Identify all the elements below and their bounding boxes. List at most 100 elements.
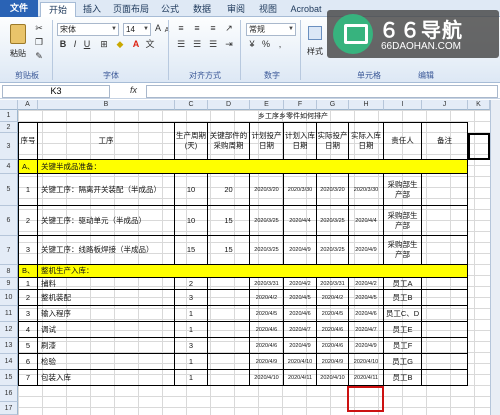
- formula-input[interactable]: [146, 85, 498, 98]
- sheet-cell[interactable]: 10: [175, 206, 208, 236]
- row-header-11[interactable]: 11: [0, 306, 18, 322]
- sheet-cell[interactable]: [422, 338, 468, 354]
- vertical-scrollbar[interactable]: [490, 100, 500, 415]
- sheet-cell[interactable]: 员工A: [384, 278, 422, 290]
- sheet-cell[interactable]: 2020/4/6: [250, 338, 284, 354]
- header-cell[interactable]: 备注: [422, 122, 468, 160]
- select-all-corner[interactable]: [0, 100, 18, 110]
- sheet-cell[interactable]: 2020/4/11: [349, 370, 384, 386]
- orientation-icon[interactable]: ↗: [222, 23, 236, 34]
- fill-color-icon[interactable]: ◆: [114, 39, 126, 50]
- italic-icon[interactable]: I: [70, 39, 80, 50]
- column-header-k[interactable]: K: [468, 100, 490, 110]
- sheet-cell[interactable]: 3: [18, 306, 38, 322]
- copy-icon[interactable]: ❐: [33, 37, 45, 48]
- phonetic-icon[interactable]: 文: [144, 39, 156, 50]
- section-b-number[interactable]: B、: [18, 265, 38, 278]
- sheet-cell[interactable]: 2020/4/6: [284, 306, 317, 322]
- row-header-1[interactable]: 1: [0, 110, 18, 122]
- font-name-combo[interactable]: 宋体 ▼: [57, 23, 119, 36]
- sheet-cell[interactable]: [208, 306, 250, 322]
- sheet-cell[interactable]: 关键工序：线路板焊接（半成品）: [38, 236, 175, 265]
- active-cell-k3[interactable]: [468, 133, 490, 160]
- sheet-cell[interactable]: 15: [208, 206, 250, 236]
- sheet-cell[interactable]: 调试: [38, 322, 175, 338]
- sheet-cell[interactable]: 3: [175, 290, 208, 306]
- row-header-16[interactable]: 16: [0, 386, 18, 402]
- column-header-c[interactable]: C: [175, 100, 208, 110]
- sheet-cell[interactable]: 输入程序: [38, 306, 175, 322]
- sheet-cell[interactable]: 员工G: [384, 354, 422, 370]
- sheet-cell[interactable]: [208, 370, 250, 386]
- row-header-10[interactable]: 10: [0, 290, 18, 306]
- sheet-cell[interactable]: [422, 278, 468, 290]
- sheet-cell[interactable]: 采购部生产部: [384, 236, 422, 265]
- sheet-cell[interactable]: 1: [18, 174, 38, 206]
- border-icon[interactable]: ⊞: [98, 39, 110, 50]
- percent-icon[interactable]: %: [260, 39, 272, 50]
- sheet-cell[interactable]: 10: [175, 174, 208, 206]
- sheet-cell[interactable]: 3: [175, 338, 208, 354]
- sheet-cell[interactable]: 关键工序：驱动单元（半成品）: [38, 206, 175, 236]
- sheet-cell[interactable]: 采购部生产部: [384, 174, 422, 206]
- sheet-cell[interactable]: [422, 174, 468, 206]
- header-cell[interactable]: 序号: [18, 122, 38, 160]
- paste-button[interactable]: 粘贴: [6, 21, 30, 65]
- sheet-cell[interactable]: 6: [18, 354, 38, 370]
- header-cell[interactable]: 责任人: [384, 122, 422, 160]
- sheet-cell[interactable]: 2020/3/30: [284, 174, 317, 206]
- row-header-8[interactable]: 8: [0, 265, 18, 278]
- row-header-6[interactable]: 6: [0, 206, 18, 236]
- sheet-cell[interactable]: 7: [18, 370, 38, 386]
- sheet-cell[interactable]: 2020/4/10: [250, 370, 284, 386]
- header-cell[interactable]: 实际入库日期: [349, 122, 384, 160]
- align-left-icon[interactable]: ☰: [174, 39, 188, 50]
- row-header-14[interactable]: 14: [0, 354, 18, 370]
- sheet-cell[interactable]: 2020/4/7: [284, 322, 317, 338]
- column-header-a[interactable]: A: [18, 100, 38, 110]
- align-right-icon[interactable]: ☰: [206, 39, 220, 50]
- sheet-cell[interactable]: 员工F: [384, 338, 422, 354]
- sheet-cell[interactable]: 2020/4/2: [317, 290, 349, 306]
- sheet-cell[interactable]: 2020/3/25: [317, 236, 349, 265]
- sheet-cell[interactable]: [208, 278, 250, 290]
- sheet-cell[interactable]: 2020/4/4: [284, 206, 317, 236]
- tab-formulas[interactable]: 公式: [156, 2, 184, 17]
- header-cell[interactable]: 计划投产日期: [250, 122, 284, 160]
- sheet-cell[interactable]: 关键工序：隔离开关装配（半成品）: [38, 174, 175, 206]
- sheet-cell[interactable]: 2020/4/6: [349, 306, 384, 322]
- sheet-cell[interactable]: 员工B: [384, 290, 422, 306]
- sheet-cell[interactable]: 包装入库: [38, 370, 175, 386]
- tab-acrobat[interactable]: Acrobat: [286, 2, 326, 17]
- sheet-cell[interactable]: 2020/4/10: [349, 354, 384, 370]
- tab-data[interactable]: 数据: [188, 2, 216, 17]
- tab-home[interactable]: 开始: [40, 2, 76, 17]
- sheet-cell[interactable]: 15: [175, 236, 208, 265]
- comma-icon[interactable]: ,: [274, 39, 286, 50]
- column-header-f[interactable]: F: [284, 100, 317, 110]
- sheet-cell[interactable]: 2020/4/9: [284, 338, 317, 354]
- sheet-cell[interactable]: 2: [18, 290, 38, 306]
- indent-icon[interactable]: ⇥: [222, 39, 236, 50]
- sheet-cell[interactable]: 2020/3/25: [250, 236, 284, 265]
- sheet-cell[interactable]: 2: [175, 278, 208, 290]
- sheet-cell[interactable]: 2020/4/6: [317, 322, 349, 338]
- row-header-17[interactable]: 17: [0, 402, 18, 415]
- font-size-combo[interactable]: 14 ▼: [123, 23, 151, 36]
- header-cell[interactable]: 实际投产日期: [317, 122, 349, 160]
- tab-review[interactable]: 审阅: [222, 2, 250, 17]
- row-header-15[interactable]: 15: [0, 370, 18, 386]
- sheet-cell[interactable]: 15: [208, 236, 250, 265]
- sheet-cell[interactable]: 20: [208, 174, 250, 206]
- grow-font-icon[interactable]: A: [153, 23, 163, 34]
- sheet-cell[interactable]: 3: [18, 236, 38, 265]
- sheet-cell[interactable]: 2020/3/31: [250, 278, 284, 290]
- header-cell[interactable]: 计划入库日期: [284, 122, 317, 160]
- sheet-cell[interactable]: 2020/3/31: [317, 278, 349, 290]
- currency-icon[interactable]: ¥: [246, 39, 258, 50]
- sheet-cell[interactable]: 4: [18, 322, 38, 338]
- format-painter-icon[interactable]: ✎: [33, 51, 45, 62]
- sheet-cell[interactable]: 2020/4/5: [284, 290, 317, 306]
- section-a-number[interactable]: A、: [18, 160, 38, 174]
- row-header-5[interactable]: 5: [0, 174, 18, 206]
